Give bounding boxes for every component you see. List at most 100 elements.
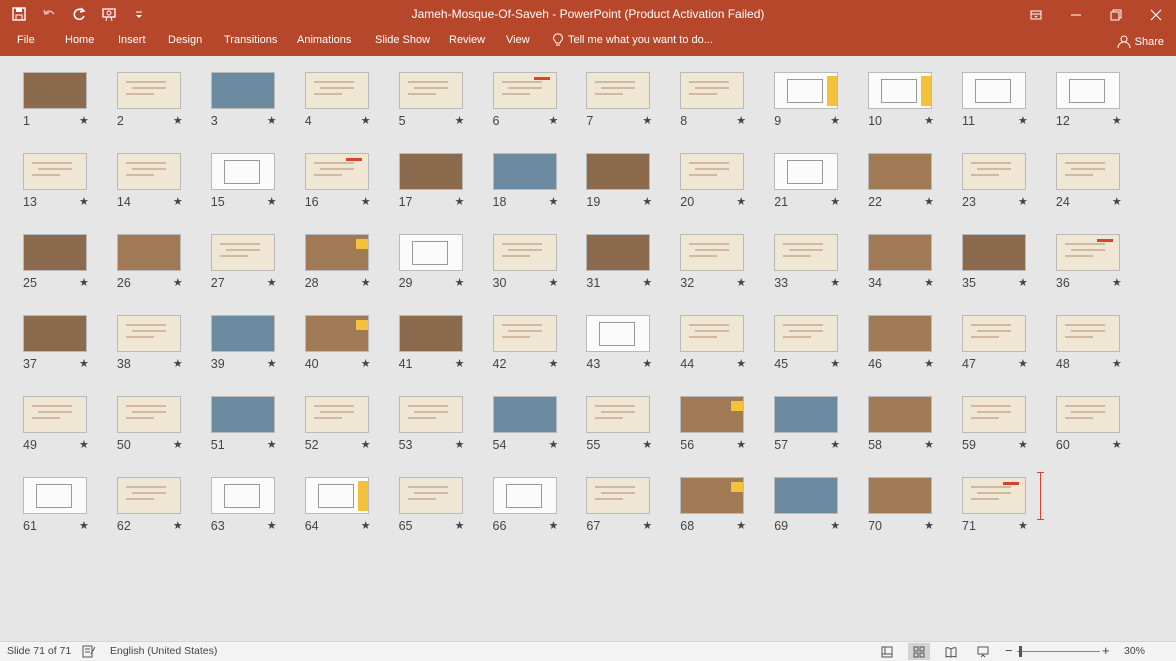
animation-star-icon[interactable]: ★ [267, 438, 277, 451]
slide-thumbnail[interactable] [210, 396, 275, 433]
slide-thumbnail[interactable] [23, 153, 87, 190]
animation-star-icon[interactable]: ★ [549, 276, 559, 289]
animation-star-icon[interactable]: ★ [549, 114, 559, 127]
slide-thumbnail-cell[interactable]: 15 ★ [210, 153, 305, 225]
tab-slide-show[interactable]: Slide Show [375, 34, 430, 46]
slide-thumbnail-cell[interactable]: 9 ★ [774, 72, 868, 144]
animation-star-icon[interactable]: ★ [924, 438, 934, 451]
slide-thumbnail-cell[interactable]: 26 ★ [116, 234, 211, 306]
animation-star-icon[interactable]: ★ [267, 357, 277, 370]
slide-thumbnail-cell[interactable]: 64 ★ [304, 477, 399, 549]
slide-thumbnail[interactable] [1055, 315, 1120, 352]
slide-thumbnail[interactable] [774, 153, 839, 190]
slide-thumbnail[interactable] [868, 153, 933, 190]
slide-thumbnail-cell[interactable]: 71 ★ [962, 477, 1056, 549]
slide-thumbnail[interactable] [398, 72, 463, 109]
slide-thumbnail[interactable] [23, 396, 87, 433]
slide-thumbnail[interactable] [210, 477, 275, 514]
slide-thumbnail-cell[interactable]: 11 ★ [962, 72, 1056, 144]
animation-star-icon[interactable]: ★ [642, 195, 652, 208]
animation-star-icon[interactable]: ★ [549, 438, 559, 451]
tab-home[interactable]: Home [65, 34, 94, 46]
slide-thumbnail-cell[interactable]: 52 ★ [304, 396, 399, 468]
slide-thumbnail-cell[interactable]: 49 ★ [23, 396, 117, 468]
slide-thumbnail-cell[interactable]: 60 ★ [1055, 396, 1150, 468]
animation-star-icon[interactable]: ★ [455, 357, 465, 370]
slide-thumbnail[interactable] [680, 315, 745, 352]
animation-star-icon[interactable]: ★ [1018, 195, 1028, 208]
animation-star-icon[interactable]: ★ [361, 276, 371, 289]
slide-thumbnail-cell[interactable]: 1 ★ [23, 72, 117, 144]
slide-thumbnail-cell[interactable]: 45 ★ [774, 315, 868, 387]
animation-star-icon[interactable]: ★ [79, 114, 89, 127]
animation-star-icon[interactable]: ★ [830, 438, 840, 451]
tab-file[interactable]: File [17, 34, 35, 46]
animation-star-icon[interactable]: ★ [1112, 276, 1122, 289]
animation-star-icon[interactable]: ★ [736, 519, 746, 532]
slide-thumbnail-cell[interactable]: 17 ★ [398, 153, 493, 225]
slide-thumbnail[interactable] [492, 153, 557, 190]
close-icon[interactable] [1136, 0, 1176, 29]
normal-view-button[interactable] [876, 643, 898, 660]
slide-thumbnail-cell[interactable]: 8 ★ [680, 72, 774, 144]
slide-thumbnail[interactable] [210, 315, 275, 352]
slide-thumbnail[interactable] [304, 315, 369, 352]
animation-star-icon[interactable]: ★ [549, 195, 559, 208]
animation-star-icon[interactable]: ★ [455, 438, 465, 451]
animation-star-icon[interactable]: ★ [173, 357, 183, 370]
slide-thumbnail[interactable] [868, 477, 933, 514]
animation-star-icon[interactable]: ★ [79, 276, 89, 289]
slide-thumbnail-cell[interactable]: 19 ★ [586, 153, 680, 225]
animation-star-icon[interactable]: ★ [1112, 195, 1122, 208]
slide-thumbnail-cell[interactable]: 7 ★ [586, 72, 680, 144]
zoom-slider-thumb[interactable] [1019, 646, 1022, 657]
slide-thumbnail-cell[interactable]: 67 ★ [586, 477, 680, 549]
slide-thumbnail-cell[interactable]: 37 ★ [23, 315, 117, 387]
language-indicator[interactable]: English (United States) [110, 645, 217, 657]
slide-thumbnail[interactable] [1055, 72, 1120, 109]
slide-thumbnail-cell[interactable]: 35 ★ [962, 234, 1056, 306]
slide-thumbnail-cell[interactable]: 12 ★ [1055, 72, 1150, 144]
slide-thumbnail-cell[interactable]: 27 ★ [210, 234, 305, 306]
slide-thumbnail-cell[interactable]: 4 ★ [304, 72, 399, 144]
slide-thumbnail[interactable] [116, 234, 181, 271]
slide-thumbnail-cell[interactable]: 14 ★ [116, 153, 211, 225]
slide-thumbnail[interactable] [680, 72, 745, 109]
animation-star-icon[interactable]: ★ [267, 114, 277, 127]
animation-star-icon[interactable]: ★ [642, 357, 652, 370]
slide-thumbnail-cell[interactable]: 44 ★ [680, 315, 774, 387]
share-button[interactable]: Share [1117, 31, 1164, 53]
slide-thumbnail-cell[interactable]: 48 ★ [1055, 315, 1150, 387]
animation-star-icon[interactable]: ★ [736, 195, 746, 208]
slide-thumbnail[interactable] [962, 477, 1026, 514]
slide-thumbnail-cell[interactable]: 10 ★ [868, 72, 962, 144]
slide-thumbnail-cell[interactable]: 22 ★ [868, 153, 962, 225]
slide-thumbnail-cell[interactable]: 65 ★ [398, 477, 493, 549]
slide-thumbnail-cell[interactable]: 16 ★ [304, 153, 399, 225]
animation-star-icon[interactable]: ★ [1112, 438, 1122, 451]
slide-thumbnail-cell[interactable]: 34 ★ [868, 234, 962, 306]
animation-star-icon[interactable]: ★ [455, 519, 465, 532]
slide-thumbnail-cell[interactable]: 50 ★ [116, 396, 211, 468]
slide-thumbnail-cell[interactable]: 42 ★ [492, 315, 587, 387]
slide-thumbnail[interactable] [23, 234, 87, 271]
slide-thumbnail-cell[interactable]: 6 ★ [492, 72, 587, 144]
slide-thumbnail-cell[interactable]: 2 ★ [116, 72, 211, 144]
slide-thumbnail-cell[interactable]: 36 ★ [1055, 234, 1150, 306]
slide-thumbnail-cell[interactable]: 3 ★ [210, 72, 305, 144]
animation-star-icon[interactable]: ★ [1018, 357, 1028, 370]
slide-thumbnail-cell[interactable]: 53 ★ [398, 396, 493, 468]
animation-star-icon[interactable]: ★ [1018, 276, 1028, 289]
slide-thumbnail-cell[interactable]: 23 ★ [962, 153, 1056, 225]
slide-thumbnail[interactable] [398, 153, 463, 190]
animation-star-icon[interactable]: ★ [361, 114, 371, 127]
animation-star-icon[interactable]: ★ [924, 519, 934, 532]
undo-icon[interactable] [38, 4, 60, 24]
animation-star-icon[interactable]: ★ [455, 114, 465, 127]
tab-insert[interactable]: Insert [118, 34, 146, 46]
slide-thumbnail[interactable] [680, 153, 745, 190]
animation-star-icon[interactable]: ★ [173, 438, 183, 451]
animation-star-icon[interactable]: ★ [830, 195, 840, 208]
slide-thumbnail[interactable] [23, 315, 87, 352]
slide-thumbnail-cell[interactable]: 43 ★ [586, 315, 680, 387]
